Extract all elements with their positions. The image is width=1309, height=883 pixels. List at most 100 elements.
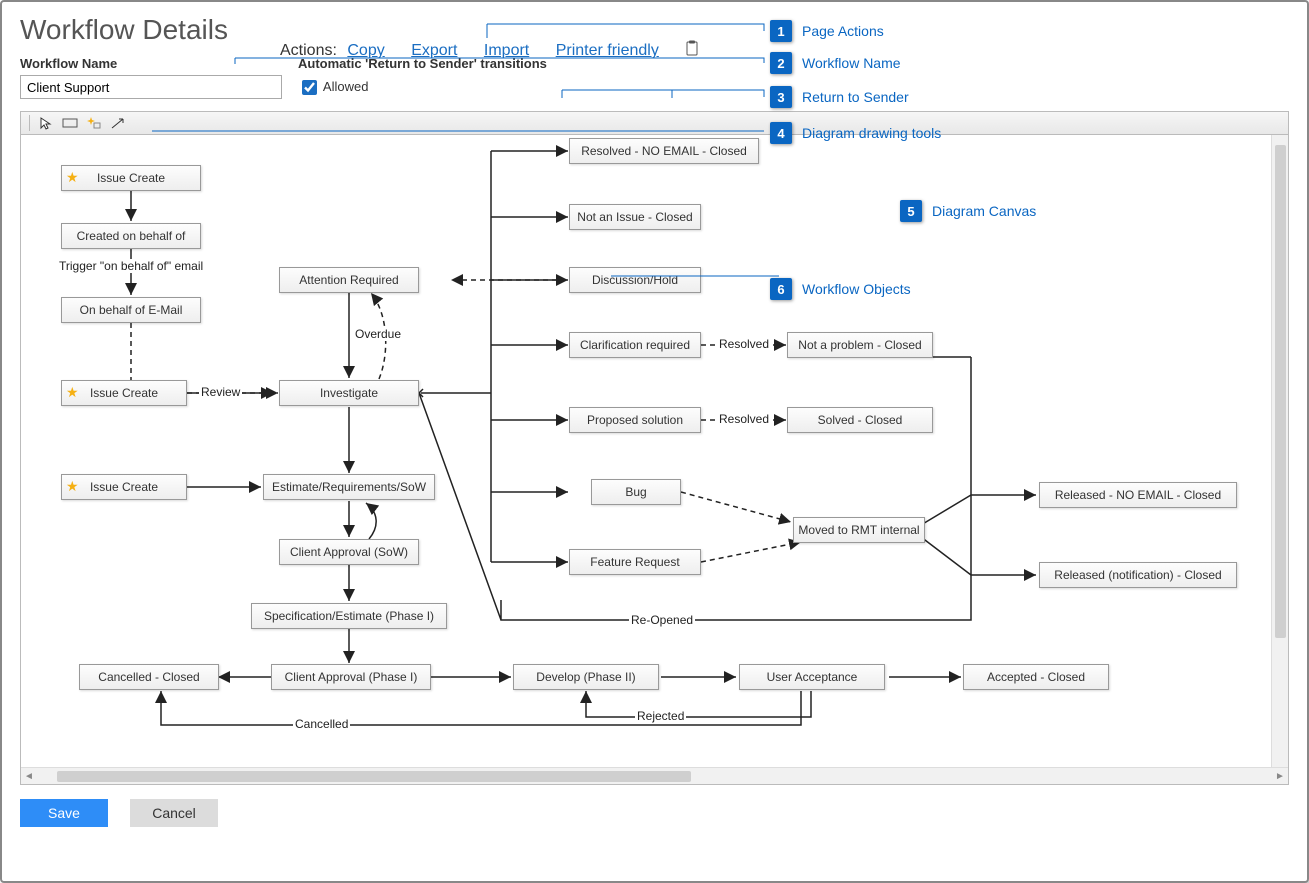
- node-label: Develop (Phase II): [536, 670, 635, 684]
- node-proposed-solution[interactable]: Proposed solution: [569, 407, 701, 433]
- node-label: Issue Create: [90, 480, 158, 494]
- actions-label: Actions:: [280, 42, 337, 59]
- node-issue-create-2[interactable]: ★ Issue Create: [61, 380, 187, 406]
- callout-num: 2: [770, 52, 792, 74]
- action-import[interactable]: Import: [484, 42, 529, 59]
- node-label: Specification/Estimate (Phase I): [264, 609, 434, 623]
- callout-3: 3 Return to Sender: [770, 86, 909, 108]
- edge-label-cancelled: Cancelled: [293, 717, 350, 731]
- edge-label-rejected: Rejected: [635, 709, 686, 723]
- callout-label: Workflow Objects: [802, 281, 911, 297]
- node-user-acceptance[interactable]: User Acceptance: [739, 664, 885, 690]
- node-label: Clarification required: [580, 338, 690, 352]
- action-copy[interactable]: Copy: [347, 42, 384, 59]
- node-attention-required[interactable]: Attention Required: [279, 267, 419, 293]
- node-label: Created on behalf of: [77, 229, 186, 243]
- save-button[interactable]: Save: [20, 799, 108, 827]
- edge-label-trigger-email: Trigger "on behalf of" email: [57, 259, 205, 273]
- page-title: Workflow Details: [20, 14, 228, 46]
- callout-6: 6 Workflow Objects: [770, 278, 911, 300]
- star-icon: ★: [66, 384, 79, 401]
- node-label: On behalf of E-Mail: [80, 303, 183, 317]
- node-label: Issue Create: [97, 171, 165, 185]
- callout-num: 4: [770, 122, 792, 144]
- callout-label: Diagram Canvas: [932, 203, 1036, 219]
- node-label: Accepted - Closed: [987, 670, 1085, 684]
- node-develop-p2[interactable]: Develop (Phase II): [513, 664, 659, 690]
- page-actions: Actions: Copy Export Import Printer frie…: [280, 40, 699, 61]
- sparkle-new-tool[interactable]: [84, 114, 104, 132]
- node-label: Discussion/Hold: [592, 273, 678, 287]
- allowed-label: Allowed: [323, 79, 369, 94]
- allowed-checkbox[interactable]: [302, 80, 317, 95]
- edge-label-resolved-2: Resolved: [717, 412, 771, 426]
- node-label: Released (notification) - Closed: [1054, 568, 1221, 582]
- node-label: Client Approval (SoW): [290, 545, 408, 559]
- node-moved-rmt[interactable]: Moved to RMT internal: [793, 517, 925, 543]
- node-cancelled-closed[interactable]: Cancelled - Closed: [79, 664, 219, 690]
- clipboard-icon[interactable]: [685, 40, 699, 61]
- callout-label: Page Actions: [802, 23, 884, 39]
- workflow-name-label: Workflow Name: [20, 56, 298, 71]
- node-label: Not a problem - Closed: [798, 338, 921, 352]
- node-client-approval-sow[interactable]: Client Approval (SoW): [279, 539, 419, 565]
- node-label: Resolved - NO EMAIL - Closed: [581, 144, 747, 158]
- node-issue-create-1[interactable]: ★ Issue Create: [61, 165, 201, 191]
- transition-arrow-tool[interactable]: [108, 114, 128, 132]
- action-printer-friendly[interactable]: Printer friendly: [556, 42, 659, 59]
- node-resolved-noemail[interactable]: Resolved - NO EMAIL - Closed: [569, 138, 759, 164]
- horizontal-scrollbar[interactable]: ◄ ►: [21, 767, 1288, 784]
- callout-1: 1 Page Actions: [770, 20, 884, 42]
- node-solved-closed[interactable]: Solved - Closed: [787, 407, 933, 433]
- edge-label-overdue: Overdue: [353, 327, 403, 341]
- node-label: Bug: [625, 485, 646, 499]
- node-not-problem-closed[interactable]: Not a problem - Closed: [787, 332, 933, 358]
- select-tool[interactable]: [36, 114, 56, 132]
- node-client-approval-p1[interactable]: Client Approval (Phase I): [271, 664, 431, 690]
- node-investigate[interactable]: Investigate: [279, 380, 419, 406]
- cancel-button[interactable]: Cancel: [130, 799, 218, 827]
- diagram-toolbar: [20, 111, 1289, 135]
- node-on-behalf-email[interactable]: On behalf of E-Mail: [61, 297, 201, 323]
- diagram-canvas[interactable]: ★ Issue Create Created on behalf of Trig…: [20, 135, 1289, 785]
- callout-label: Workflow Name: [802, 55, 901, 71]
- callout-num: 1: [770, 20, 792, 42]
- node-label: Solved - Closed: [818, 413, 903, 427]
- node-label: User Acceptance: [767, 670, 858, 684]
- node-label: Client Approval (Phase I): [285, 670, 418, 684]
- node-released-notification[interactable]: Released (notification) - Closed: [1039, 562, 1237, 588]
- node-label: Attention Required: [299, 273, 398, 287]
- node-not-issue-closed[interactable]: Not an Issue - Closed: [569, 204, 701, 230]
- node-label: Not an Issue - Closed: [577, 210, 692, 224]
- callout-label: Return to Sender: [802, 89, 909, 105]
- node-spec-estimate[interactable]: Specification/Estimate (Phase I): [251, 603, 447, 629]
- node-label: Feature Request: [590, 555, 679, 569]
- star-icon: ★: [66, 478, 79, 495]
- node-label: Moved to RMT internal: [798, 523, 919, 537]
- action-export[interactable]: Export: [411, 42, 457, 59]
- workflow-name-input[interactable]: [20, 75, 282, 99]
- callout-5: 5 Diagram Canvas: [900, 200, 1036, 222]
- node-issue-create-3[interactable]: ★ Issue Create: [61, 474, 187, 500]
- node-label: Cancelled - Closed: [98, 670, 199, 684]
- node-label: Released - NO EMAIL - Closed: [1055, 488, 1221, 502]
- node-created-on-behalf[interactable]: Created on behalf of: [61, 223, 201, 249]
- edge-label-review: Review: [199, 385, 242, 399]
- node-discussion-hold[interactable]: Discussion/Hold: [569, 267, 701, 293]
- vertical-scrollbar[interactable]: [1271, 135, 1288, 767]
- node-label: Proposed solution: [587, 413, 683, 427]
- callout-4: 4 Diagram drawing tools: [770, 122, 941, 144]
- callout-2: 2 Workflow Name: [770, 52, 901, 74]
- node-label: Issue Create: [90, 386, 158, 400]
- node-clarification-required[interactable]: Clarification required: [569, 332, 701, 358]
- node-accepted-closed[interactable]: Accepted - Closed: [963, 664, 1109, 690]
- node-estimate-requirements[interactable]: Estimate/Requirements/SoW: [263, 474, 435, 500]
- state-box-tool[interactable]: [60, 114, 80, 132]
- node-feature-request[interactable]: Feature Request: [569, 549, 701, 575]
- node-label: Investigate: [320, 386, 378, 400]
- node-released-noemail[interactable]: Released - NO EMAIL - Closed: [1039, 482, 1237, 508]
- callout-num: 3: [770, 86, 792, 108]
- node-bug[interactable]: Bug: [591, 479, 681, 505]
- callout-num: 5: [900, 200, 922, 222]
- node-label: Estimate/Requirements/SoW: [272, 480, 426, 494]
